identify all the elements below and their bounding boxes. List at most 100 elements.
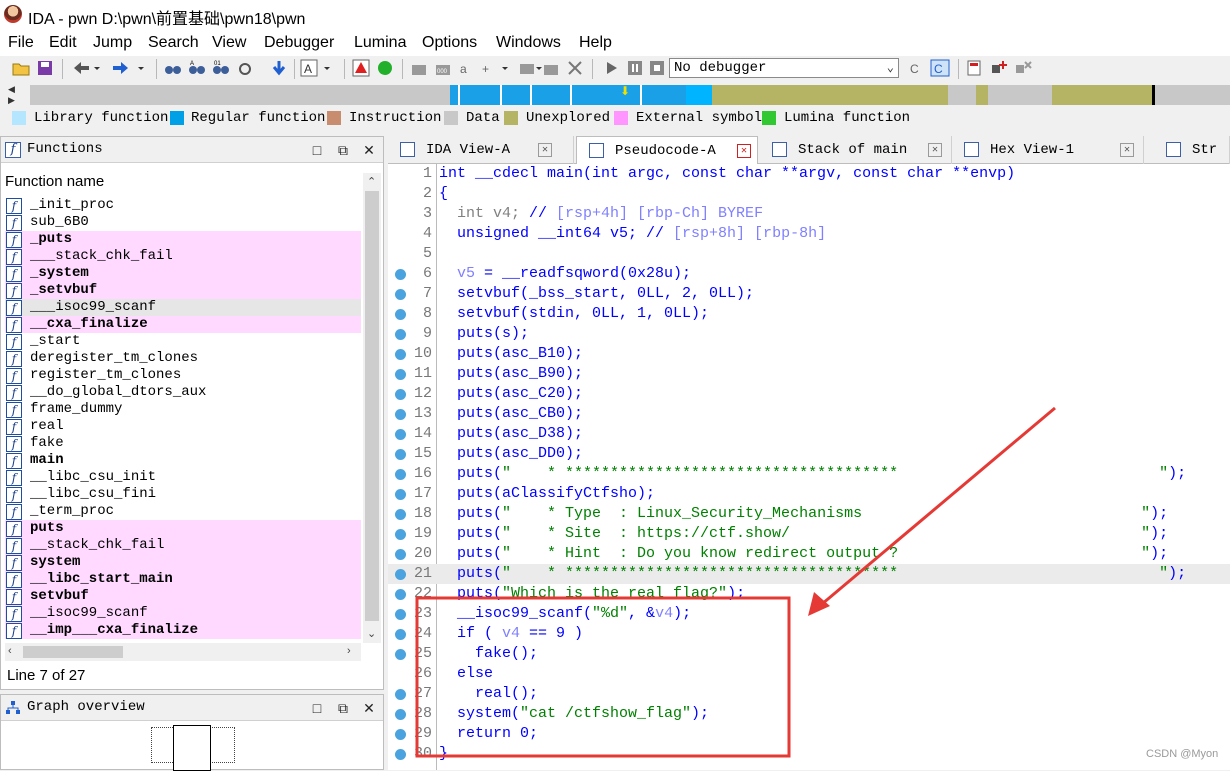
navigation-strip[interactable]: ⬇	[30, 84, 1230, 105]
close-icon[interactable]: ✕	[359, 698, 379, 718]
function-row[interactable]: f __isoc99_scanf	[5, 605, 361, 622]
function-row[interactable]: f __stack_chk_fail	[5, 537, 361, 554]
bookmark-icon[interactable]	[966, 59, 984, 77]
debugger-select[interactable]: No debugger ⌄	[669, 58, 899, 78]
function-row[interactable]: f setvbuf	[5, 588, 361, 605]
function-row[interactable]: f puts	[5, 520, 361, 537]
breakpoint-dot-icon[interactable]	[395, 409, 406, 420]
function-row[interactable]: f register_tm_clones	[5, 367, 361, 384]
scroll-left-icon[interactable]: ‹	[8, 645, 12, 657]
breakpoint-dot-icon[interactable]	[395, 349, 406, 360]
plugin-remove-icon[interactable]	[1014, 59, 1032, 77]
pause-icon[interactable]	[626, 59, 644, 77]
breakpoint-dot-icon[interactable]	[395, 389, 406, 400]
code-line[interactable]: 29 return 0;	[388, 724, 1230, 744]
attach-icon[interactable]: C	[908, 59, 926, 77]
breakpoint-dot-icon[interactable]	[395, 449, 406, 460]
code-line[interactable]: 17 puts(aClassifyCtfsho);	[388, 484, 1230, 504]
string-icon[interactable]: a	[458, 59, 476, 77]
search-next-icon[interactable]	[238, 59, 256, 77]
function-row[interactable]: f fake	[5, 435, 361, 452]
menu-search[interactable]: Search	[148, 30, 199, 52]
code-line[interactable]: 16 puts(" * ****************************…	[388, 464, 1230, 484]
code-line[interactable]: 7 setvbuf(_bss_start, 0LL, 2, 0LL);	[388, 284, 1230, 304]
search-text-icon[interactable]: A	[188, 59, 206, 77]
function-row[interactable]: f __libc_start_main	[5, 571, 361, 588]
breakpoint-dot-icon[interactable]	[395, 369, 406, 380]
code-line[interactable]: 4 unsigned __int64 v5; // [rsp+8h] [rbp-…	[388, 224, 1230, 244]
menu-windows[interactable]: Windows	[496, 30, 561, 52]
function-row[interactable]: f ___isoc99_scanf	[5, 299, 361, 316]
breakpoint-dot-icon[interactable]	[395, 729, 406, 740]
code-line[interactable]: 25 fake();	[388, 644, 1230, 664]
code-line[interactable]: 12 puts(asc_C20);	[388, 384, 1230, 404]
code-line[interactable]: 26 else	[388, 664, 1230, 684]
breakpoint-dot-icon[interactable]	[395, 749, 406, 760]
code-line[interactable]: 24 if ( v4 == 9 )	[388, 624, 1230, 644]
plugin-add-icon[interactable]	[990, 59, 1008, 77]
struct-icon[interactable]: +	[480, 59, 514, 77]
scroll-down-icon[interactable]: ⌄	[367, 627, 376, 640]
code-line[interactable]: 30}	[388, 744, 1230, 764]
scroll-up-icon[interactable]: ⌃	[367, 175, 376, 188]
code-line[interactable]: 15 puts(asc_DD0);	[388, 444, 1230, 464]
menu-view[interactable]: View	[212, 30, 246, 52]
function-row[interactable]: f _start	[5, 333, 361, 350]
code-line[interactable]: 20 puts(" * Hint : Do you know redirect …	[388, 544, 1230, 564]
tab-stack-of-main[interactable]: Stack of main ✕	[760, 136, 952, 164]
menu-edit[interactable]: Edit	[49, 30, 77, 52]
undefine-icon[interactable]	[566, 59, 584, 77]
function-row[interactable]: f _system	[5, 265, 361, 282]
scrollbar-thumb[interactable]	[23, 646, 123, 658]
open-folder-icon[interactable]	[12, 59, 30, 77]
code-line[interactable]: 11 puts(asc_B90);	[388, 364, 1230, 384]
enum-icon[interactable]	[518, 59, 542, 77]
breakpoint-dot-icon[interactable]	[395, 329, 406, 340]
menu-options[interactable]: Options	[422, 30, 477, 52]
scrollbar-thumb[interactable]	[365, 191, 379, 621]
menu-lumina[interactable]: Lumina	[354, 30, 406, 52]
tab-close-icon[interactable]: ✕	[1120, 143, 1134, 157]
tab-close-icon[interactable]: ✕	[737, 144, 751, 158]
save-icon[interactable]	[36, 59, 54, 77]
menu-debugger[interactable]: Debugger	[264, 30, 334, 52]
scroll-right-icon[interactable]: ›	[347, 645, 351, 657]
float-icon[interactable]: ⧉	[333, 140, 353, 160]
code-line[interactable]: 21 puts(" * ****************************…	[388, 564, 1230, 584]
nav-band-arrows-icon[interactable]: ◀ ▶	[8, 84, 15, 106]
stop-icon[interactable]	[648, 59, 666, 77]
function-row[interactable]: f __do_global_dtors_aux	[5, 384, 361, 401]
pseudocode-toggle-icon[interactable]: C	[930, 59, 950, 77]
function-row[interactable]: f frame_dummy	[5, 401, 361, 418]
tab-hex-view-1[interactable]: Hex View-1 ✕	[952, 136, 1144, 164]
code-line[interactable]: 8 setvbuf(stdin, 0LL, 1, 0LL);	[388, 304, 1230, 324]
breakpoint-dot-icon[interactable]	[395, 429, 406, 440]
function-row[interactable]: f __libc_csu_init	[5, 469, 361, 486]
breakpoint-dot-icon[interactable]	[395, 689, 406, 700]
function-row[interactable]: f real	[5, 418, 361, 435]
code-line[interactable]: 23 __isoc99_scanf("%d", &v4);	[388, 604, 1230, 624]
run-icon[interactable]	[602, 59, 620, 77]
back-arrow-icon[interactable]	[72, 59, 100, 77]
function-row[interactable]: f _term_proc	[5, 503, 361, 520]
tab-close-icon[interactable]: ✕	[538, 143, 552, 157]
tab-pseudocode-a[interactable]: Pseudocode-A ✕	[576, 136, 758, 164]
code-line[interactable]: 14 puts(asc_D38);	[388, 424, 1230, 444]
code-line[interactable]: 18 puts(" * Type : Linux_Security_Mechan…	[388, 504, 1230, 524]
breakpoint-dot-icon[interactable]	[395, 549, 406, 560]
function-row[interactable]: f ___stack_chk_fail	[5, 248, 361, 265]
breakpoint-dot-icon[interactable]	[395, 269, 406, 280]
pseudocode-view[interactable]: 1 int __cdecl main(int argc, const char *…	[388, 164, 1230, 770]
function-row[interactable]: f main	[5, 452, 361, 469]
tab-close-icon[interactable]: ✕	[928, 143, 942, 157]
code-line[interactable]: 9 puts(s);	[388, 324, 1230, 344]
code-line[interactable]: 27 real();	[388, 684, 1230, 704]
breakpoint-dot-icon[interactable]	[395, 609, 406, 620]
code-icon[interactable]	[410, 59, 428, 77]
code-line[interactable]: 2{	[388, 184, 1230, 204]
code-line[interactable]: 13 puts(asc_CB0);	[388, 404, 1230, 424]
function-row[interactable]: f __cxa_finalize	[5, 316, 361, 333]
data-icon[interactable]: 000	[434, 59, 452, 77]
menu-jump[interactable]: Jump	[93, 30, 132, 52]
warning-icon[interactable]	[352, 59, 370, 77]
